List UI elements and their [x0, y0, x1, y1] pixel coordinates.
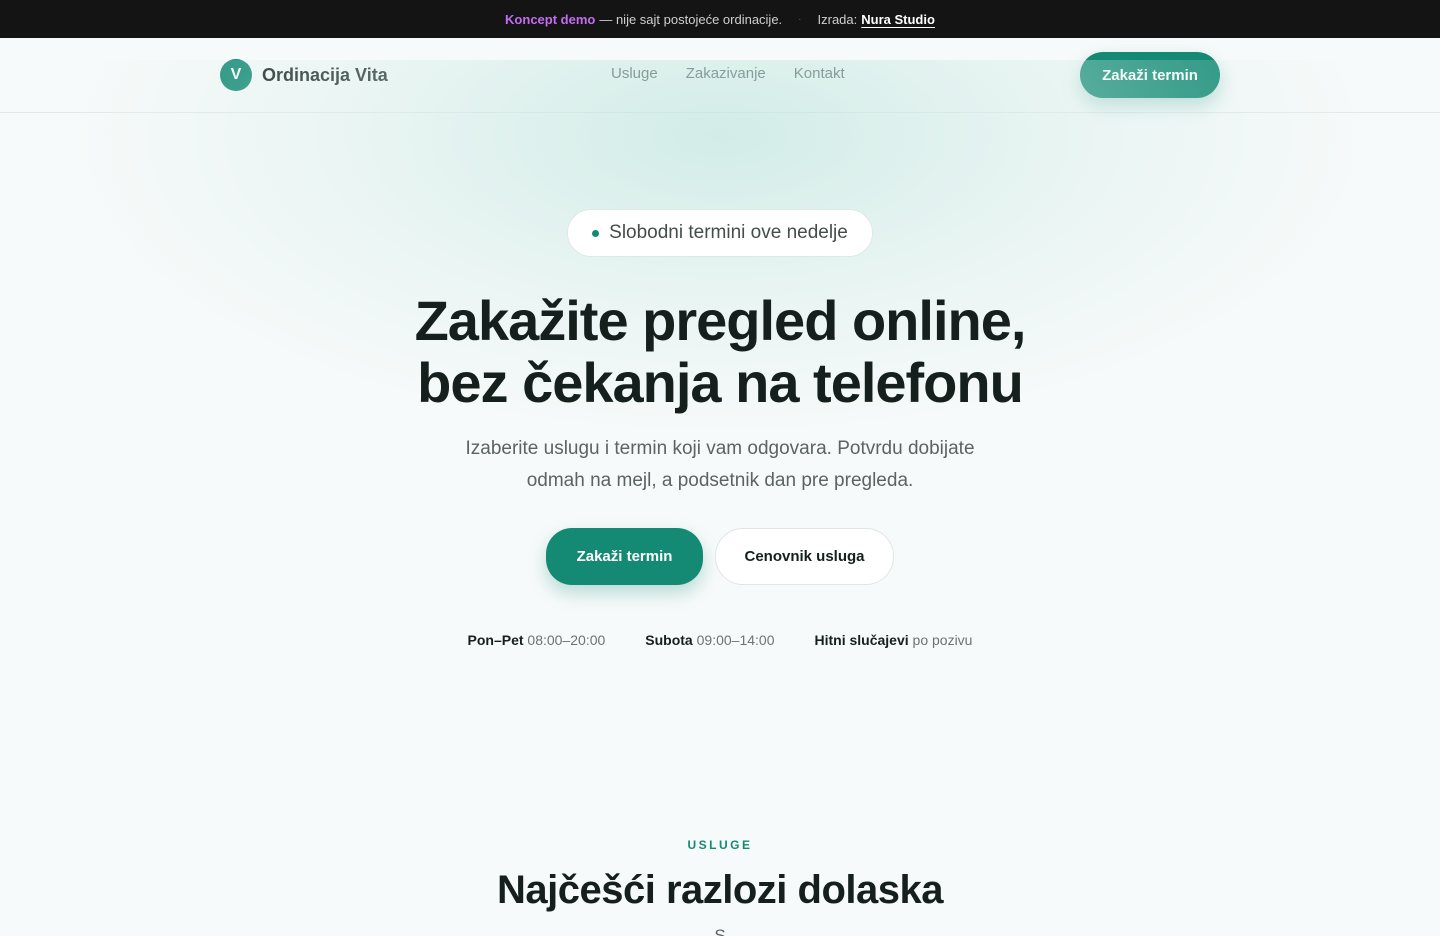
- services-title: Najčešći razlozi dolaska: [496, 868, 944, 912]
- hero-description: Izaberite uslugu i termin koji vam odgov…: [420, 433, 1020, 497]
- availability-badge: Slobodni termini ove nedelje: [567, 209, 873, 257]
- brand-logo[interactable]: V Ordinacija Vita: [220, 59, 388, 91]
- hours-value: 08:00–20:00: [527, 632, 606, 648]
- main-nav: Usluge Zakazivanje Kontakt: [611, 65, 845, 82]
- nav-link-kontakt[interactable]: Kontakt: [794, 65, 845, 82]
- hours-label: Pon–Pet: [467, 632, 524, 648]
- site-header: V Ordinacija Vita Usluge Zakazivanje Kon…: [0, 38, 1440, 113]
- hero-description-line1: Izaberite uslugu i termin koji vam odgov…: [465, 438, 975, 459]
- price-list-button[interactable]: Cenovnik usluga: [715, 528, 894, 585]
- hours-weekdays: Pon–Pet 08:00–20:00: [468, 632, 606, 648]
- nav-link-zakazivanje[interactable]: Zakazivanje: [686, 65, 766, 82]
- made-by-label: Izrada:: [817, 11, 858, 27]
- nav-link-usluge[interactable]: Usluge: [611, 65, 658, 82]
- hours-label: Subota: [645, 632, 693, 648]
- separator-dot: ·: [798, 13, 802, 25]
- brand-name: Ordinacija Vita: [262, 64, 388, 85]
- hours-emergency: Hitni slučajevi po pozivu: [814, 632, 972, 648]
- demo-banner: Koncept demo — nije sajt postojeće ordin…: [0, 0, 1440, 38]
- hours-saturday: Subota 09:00–14:00: [645, 632, 774, 648]
- hours-label: Hitni slučajevi: [814, 632, 909, 648]
- availability-text: Slobodni termini ove nedelje: [609, 222, 848, 243]
- header-book-button[interactable]: Zakaži termin: [1080, 52, 1220, 98]
- hours-value: 09:00–14:00: [696, 632, 775, 648]
- concept-label: Koncept demo: [505, 11, 596, 27]
- hero-description-line2: odmah na mejl, a podsetnik dan pre pregl…: [526, 470, 914, 491]
- hero-title: Zakažite pregled online, bez čekanja na …: [320, 290, 1120, 414]
- studio-link[interactable]: Nura Studio: [861, 12, 935, 27]
- hero-book-button[interactable]: Zakaži termin: [546, 528, 703, 585]
- status-dot-icon: [592, 229, 600, 237]
- disclaimer-text: — nije sajt postojeće ordinacije.: [599, 11, 783, 27]
- hours-value: po pozivu: [912, 632, 973, 648]
- hero-title-line1: Zakažite pregled online,: [414, 289, 1027, 352]
- hero-title-line2: bez čekanja na telefonu: [417, 351, 1024, 414]
- working-hours: Pon–Pet 08:00–20:00 Subota 09:00–14:00 H…: [0, 632, 1440, 648]
- services-eyebrow: USLUGE: [687, 838, 753, 852]
- services-subtitle: S: [714, 926, 726, 936]
- logo-mark: V: [220, 59, 252, 91]
